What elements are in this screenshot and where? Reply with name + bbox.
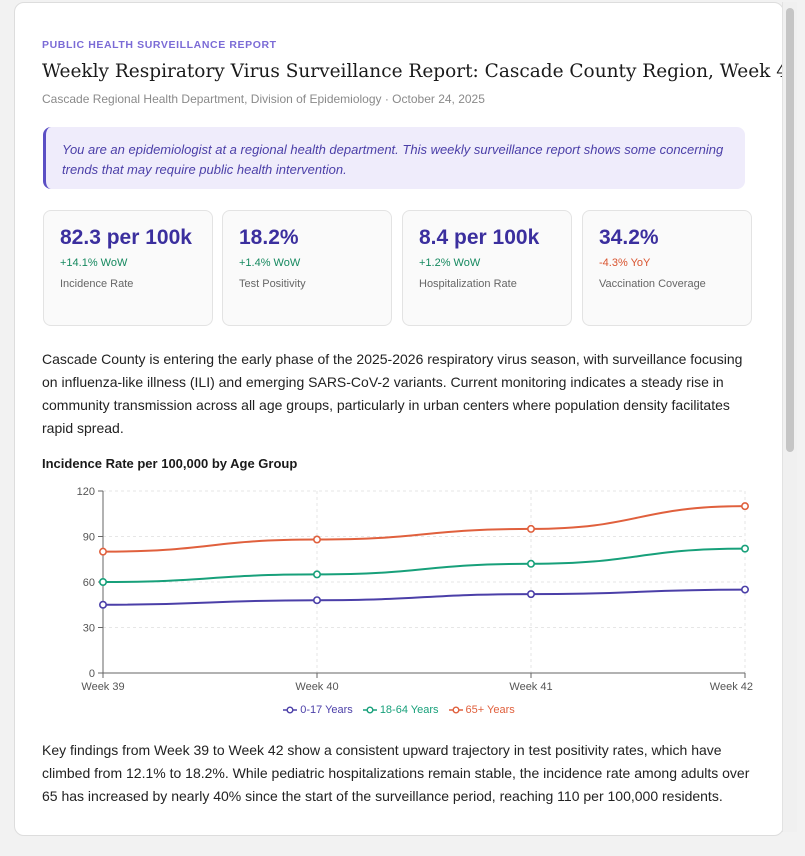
stat-label: Test Positivity xyxy=(239,278,306,290)
stat-card-incidence: 82.3 per 100k +14.1% WoW Incidence Rate xyxy=(43,210,213,326)
scrollbar-thumb[interactable] xyxy=(786,8,794,452)
y-tick-label: 30 xyxy=(83,623,95,635)
report-card: PUBLIC HEALTH SURVEILLANCE REPORT Weekly… xyxy=(14,2,784,836)
chart-legend: 0-17 Years 18-64 Years 65+ Years xyxy=(15,704,783,716)
stat-card-vaccination: 34.2% -4.3% YoY Vaccination Coverage xyxy=(582,210,752,326)
stat-change: +14.1% WoW xyxy=(60,257,128,269)
data-point xyxy=(740,585,749,594)
legend-marker-icon xyxy=(283,706,298,714)
findings-paragraph: Key findings from Week 39 to Week 42 sho… xyxy=(42,742,750,804)
data-point xyxy=(313,596,322,605)
data-point xyxy=(313,570,322,579)
report-eyebrow: PUBLIC HEALTH SURVEILLANCE REPORT xyxy=(42,39,277,51)
page-scrollbar[interactable] xyxy=(782,2,797,832)
data-point xyxy=(313,535,322,544)
data-point xyxy=(526,590,535,599)
data-point xyxy=(526,559,535,568)
context-callout: You are an epidemiologist at a regional … xyxy=(43,127,745,189)
report-subtitle: Cascade Regional Health Department, Divi… xyxy=(42,92,485,106)
legend-marker-icon xyxy=(362,706,377,714)
data-point xyxy=(98,578,107,587)
incidence-line-chart: 0 30 60 90 120 Week 39 Week 40 Week 41 Week 42 xyxy=(77,486,753,693)
x-tick-label: Week 40 xyxy=(295,681,338,693)
y-tick-label: 0 xyxy=(89,668,95,680)
stat-label: Hospitalization Rate xyxy=(419,278,517,290)
x-tick-label: Week 39 xyxy=(81,681,124,693)
stat-change: +1.4% WoW xyxy=(239,257,301,269)
stat-value: 34.2% xyxy=(599,226,659,249)
x-tick-label: Week 42 xyxy=(710,681,753,693)
stat-value: 18.2% xyxy=(239,226,299,249)
data-point xyxy=(740,544,749,553)
stat-card-hospitalization: 8.4 per 100k +1.2% WoW Hospitalization R… xyxy=(402,210,572,326)
series-line xyxy=(102,588,746,606)
legend-label: 65+ Years xyxy=(465,704,515,716)
data-point xyxy=(740,502,749,511)
chart-title: Incidence Rate per 100,000 by Age Group xyxy=(42,456,298,471)
x-tick-label: Week 41 xyxy=(509,681,552,693)
stat-change: +1.2% WoW xyxy=(419,257,481,269)
legend-item[interactable]: 18-64 Years xyxy=(362,704,439,716)
y-tick-label: 90 xyxy=(83,532,95,544)
report-title: Weekly Respiratory Virus Surveillance Re… xyxy=(42,61,784,82)
data-point xyxy=(98,547,107,556)
y-tick-label: 120 xyxy=(77,486,95,498)
series-line xyxy=(102,505,746,553)
legend-item[interactable]: 0-17 Years xyxy=(283,704,353,716)
stat-label: Vaccination Coverage xyxy=(599,278,706,290)
stat-label: Incidence Rate xyxy=(60,278,134,290)
stat-value: 8.4 per 100k xyxy=(419,226,540,249)
series-line xyxy=(102,547,746,583)
intro-paragraph: Cascade County is entering the early pha… xyxy=(42,351,743,436)
legend-marker-icon xyxy=(448,706,463,714)
legend-item[interactable]: 65+ Years xyxy=(448,704,515,716)
data-point xyxy=(98,600,107,609)
legend-label: 0-17 Years xyxy=(300,704,353,716)
legend-label: 18-64 Years xyxy=(379,704,439,716)
y-tick-label: 60 xyxy=(83,577,95,589)
stat-value: 82.3 per 100k xyxy=(60,226,192,249)
data-point xyxy=(526,524,535,533)
stat-change: -4.3% YoY xyxy=(599,257,651,269)
stat-card-positivity: 18.2% +1.4% WoW Test Positivity xyxy=(222,210,392,326)
